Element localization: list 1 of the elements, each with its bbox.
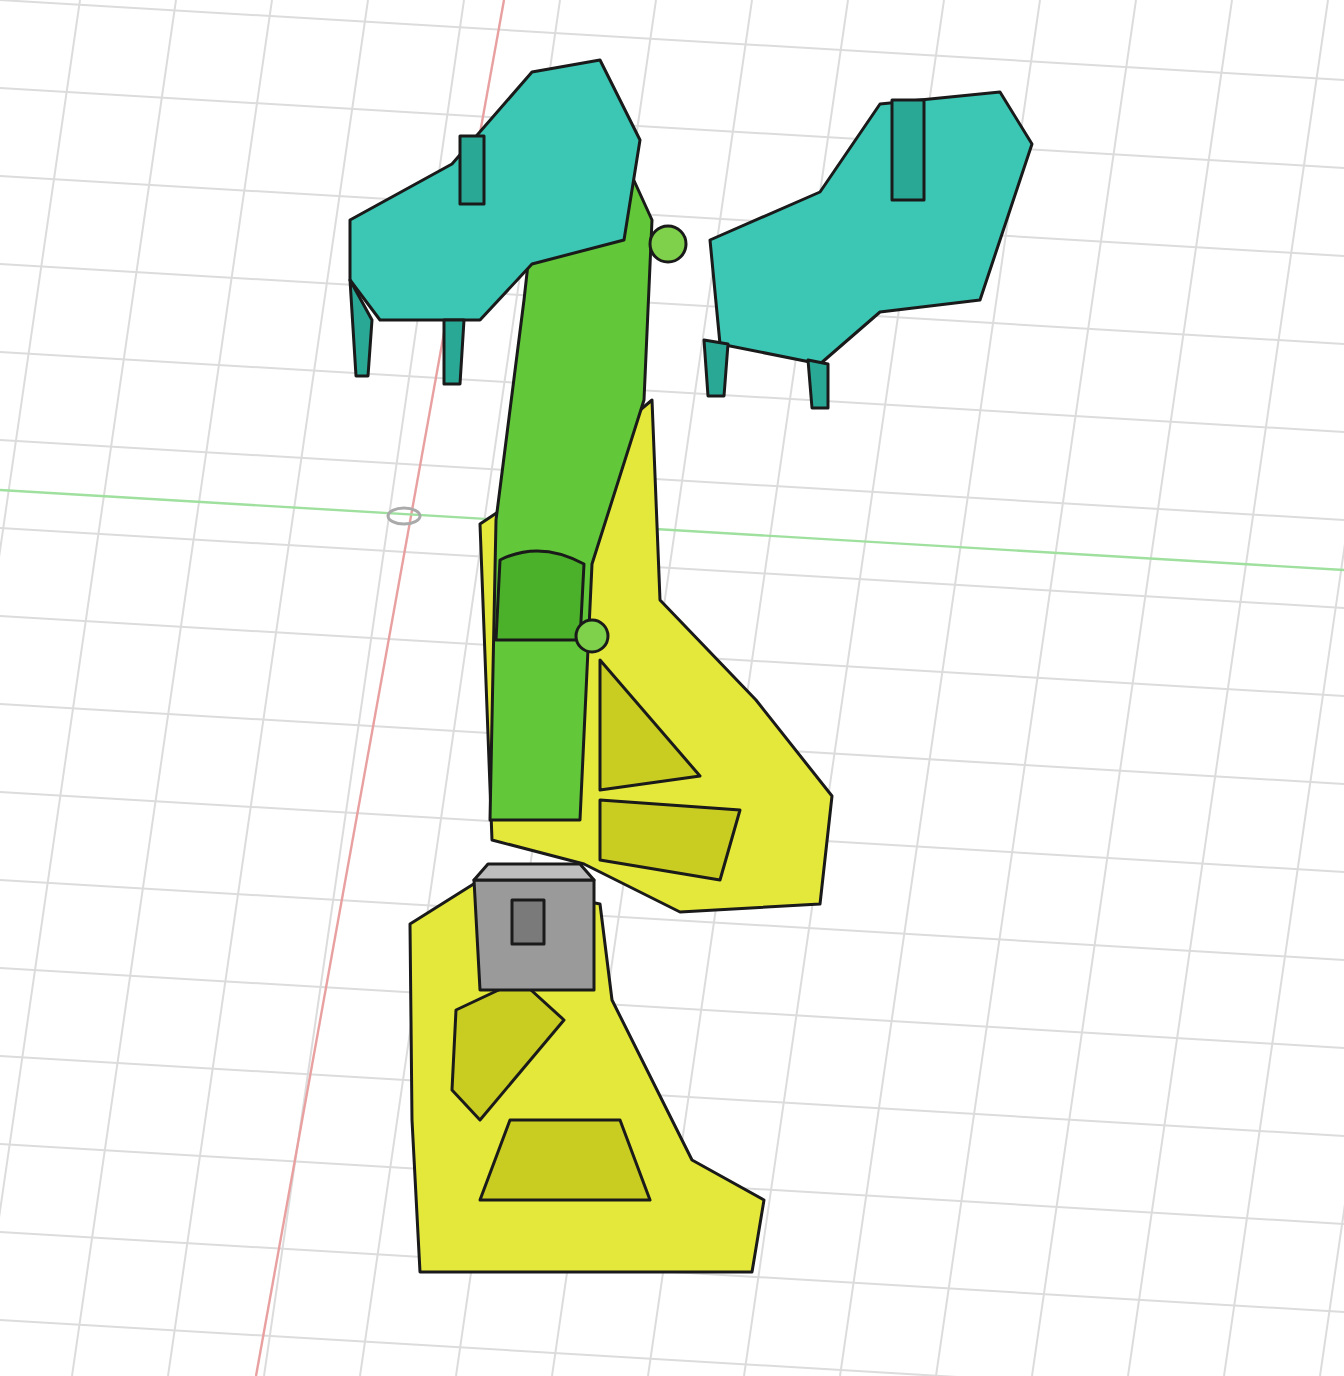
origin-icon: [386, 506, 422, 526]
